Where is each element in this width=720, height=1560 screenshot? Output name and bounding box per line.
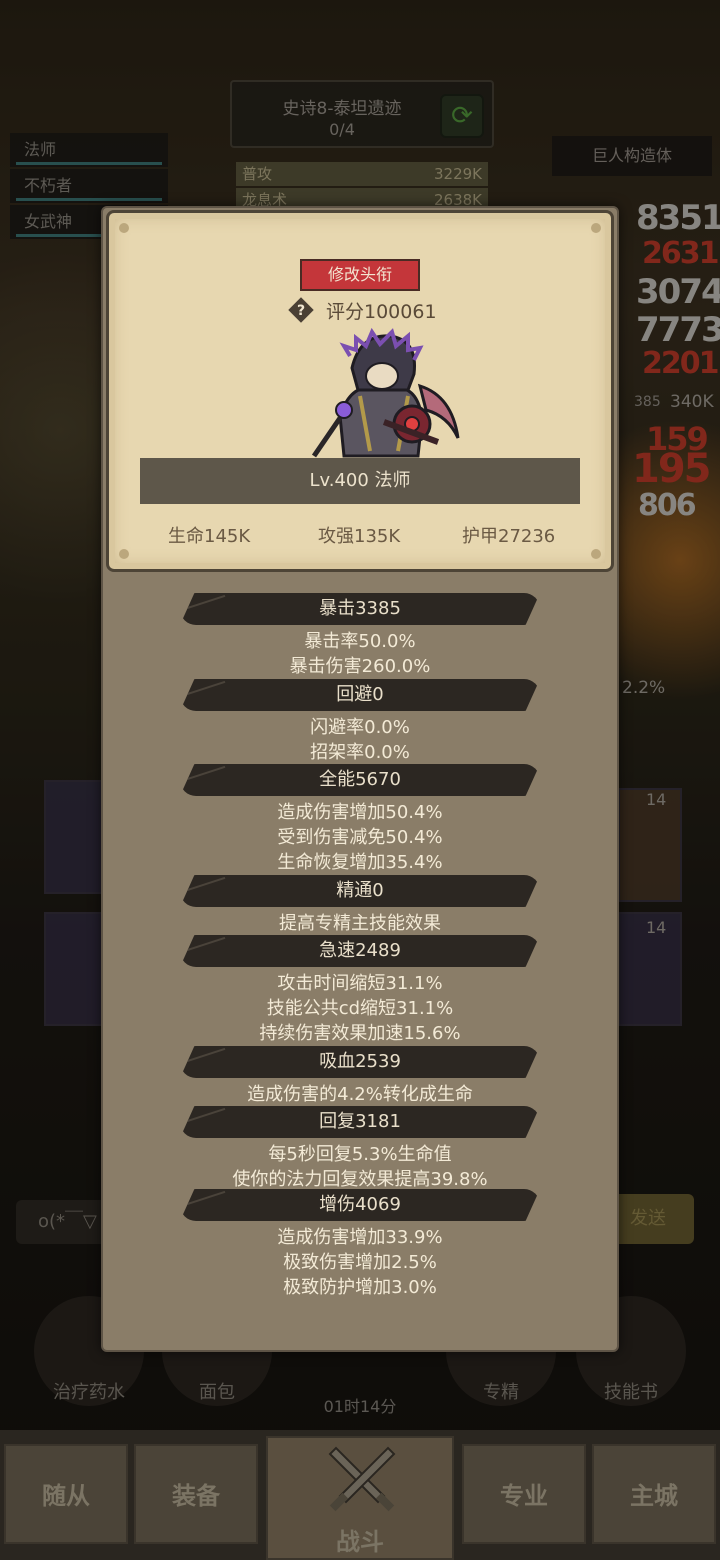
corner-rivet: [591, 549, 601, 559]
help-icon[interactable]: ?: [288, 297, 314, 323]
nav-tab-followers[interactable]: 随从: [4, 1444, 128, 1544]
stat-detail: 极致伤害增加2.5%: [283, 1252, 437, 1273]
nav-tab-main-city[interactable]: 主城: [592, 1444, 716, 1544]
section-header-evasion: 回避0: [180, 679, 540, 711]
corner-rivet: [591, 223, 601, 233]
nav-tab-battle[interactable]: 战斗: [266, 1436, 454, 1560]
corner-rivet: [119, 223, 129, 233]
stat-detail: 暴击率50.0%: [304, 631, 416, 652]
stat-detail: 受到伤害减免50.4%: [277, 827, 443, 848]
stat-detail: 招架率0.0%: [310, 742, 410, 763]
nav-tab-equipment[interactable]: 装备: [134, 1444, 258, 1544]
nav-battle-label: 战斗: [336, 1528, 384, 1556]
level-class-bar: Lv.400 法师: [140, 458, 580, 504]
section-header-mastery: 精通0: [180, 875, 540, 907]
nav-tab-profession[interactable]: 专业: [462, 1444, 586, 1544]
stat-hp: 生命145K: [168, 526, 251, 547]
stat-detail: 生命恢复增加35.4%: [277, 852, 443, 873]
stat-detail: 每5秒回复5.3%生命值: [268, 1144, 452, 1165]
hero-portrait: [311, 327, 460, 458]
power-score: 评分100061: [326, 301, 437, 323]
section-header-lifesteal: 吸血2539: [180, 1046, 540, 1078]
section-header-damage-boost: 增伤4069: [180, 1189, 540, 1221]
edit-title-button[interactable]: 修改头衔: [300, 259, 420, 291]
stat-detail: 攻击时间缩短31.1%: [277, 973, 443, 994]
stat-detail: 使你的法力回复效果提高39.8%: [232, 1169, 488, 1190]
stat-attack: 攻强135K: [318, 526, 401, 547]
crossed-swords-icon: [328, 1446, 396, 1512]
stat-detail: 极致防护增加3.0%: [283, 1277, 437, 1298]
stat-armor: 护甲27236: [462, 526, 556, 547]
bottom-nav: 随从 装备 战斗 专业 主城: [0, 1430, 720, 1560]
section-header-regen: 回复3181: [180, 1106, 540, 1138]
stat-detail: 闪避率0.0%: [310, 717, 410, 738]
section-header-crit: 暴击3385: [180, 593, 540, 625]
section-header-versatility: 全能5670: [180, 764, 540, 796]
stat-detail: 持续伤害效果加速15.6%: [259, 1023, 461, 1044]
stat-detail: 造成伤害增加33.9%: [277, 1227, 443, 1248]
stat-detail: 造成伤害的4.2%转化成生命: [247, 1084, 473, 1105]
stat-detail: 暴击伤害260.0%: [289, 656, 431, 677]
stat-detail: 技能公共cd缩短31.1%: [266, 998, 454, 1019]
corner-rivet: [119, 549, 129, 559]
stat-detail: 造成伤害增加50.4%: [277, 802, 443, 823]
svg-text:?: ?: [297, 303, 305, 319]
stat-detail: 提高专精主技能效果: [279, 913, 441, 934]
section-header-haste: 急速2489: [180, 935, 540, 967]
